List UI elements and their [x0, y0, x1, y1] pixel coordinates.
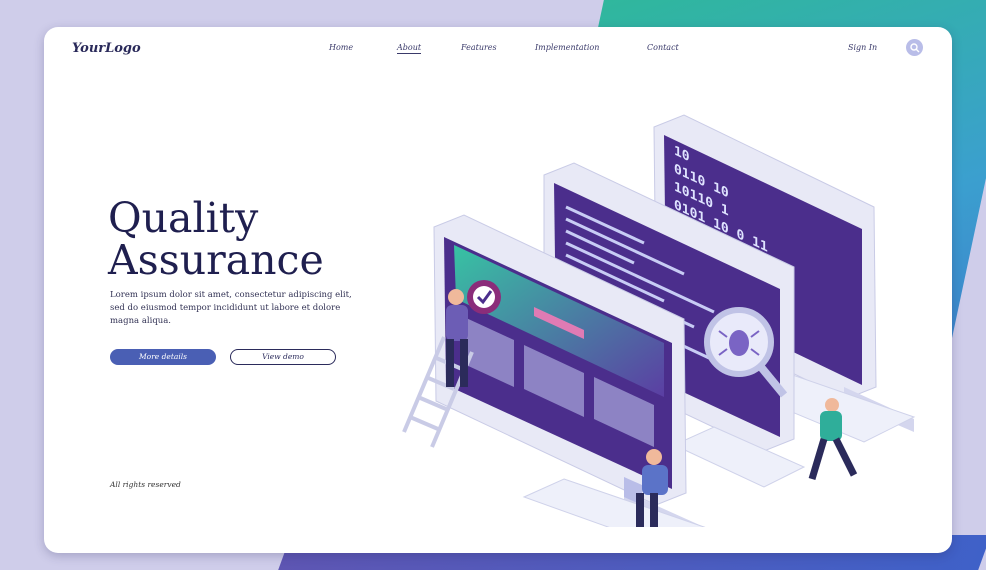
- footer-text: All rights reserved: [110, 480, 181, 489]
- logo[interactable]: YourLogo: [72, 41, 141, 56]
- nav-implementation[interactable]: Implementation: [535, 43, 647, 54]
- main-nav: Home About Features Implementation Conta…: [329, 43, 707, 54]
- search-button[interactable]: [906, 39, 923, 56]
- qa-illustration: 100110 1010110 10101 10 0 1110 1 10 1 10…: [402, 114, 916, 527]
- hero-title: Quality Assurance: [108, 197, 324, 281]
- sign-in-link[interactable]: Sign In: [848, 43, 877, 52]
- check-badge-icon: [467, 280, 501, 314]
- nav-features[interactable]: Features: [461, 43, 535, 54]
- hero-title-line2: Assurance: [108, 236, 324, 284]
- landing-card: YourLogo Home About Features Implementat…: [44, 27, 952, 553]
- nav-home[interactable]: Home: [329, 43, 397, 54]
- view-demo-button[interactable]: View demo: [230, 349, 336, 365]
- hero-title-line1: Quality: [108, 194, 259, 242]
- nav-contact[interactable]: Contact: [647, 43, 707, 54]
- more-details-button[interactable]: More details: [110, 349, 216, 365]
- nav-about[interactable]: About: [397, 43, 422, 54]
- hero-description: Lorem ipsum dolor sit amet, consectetur …: [110, 290, 352, 326]
- search-icon: [909, 42, 919, 52]
